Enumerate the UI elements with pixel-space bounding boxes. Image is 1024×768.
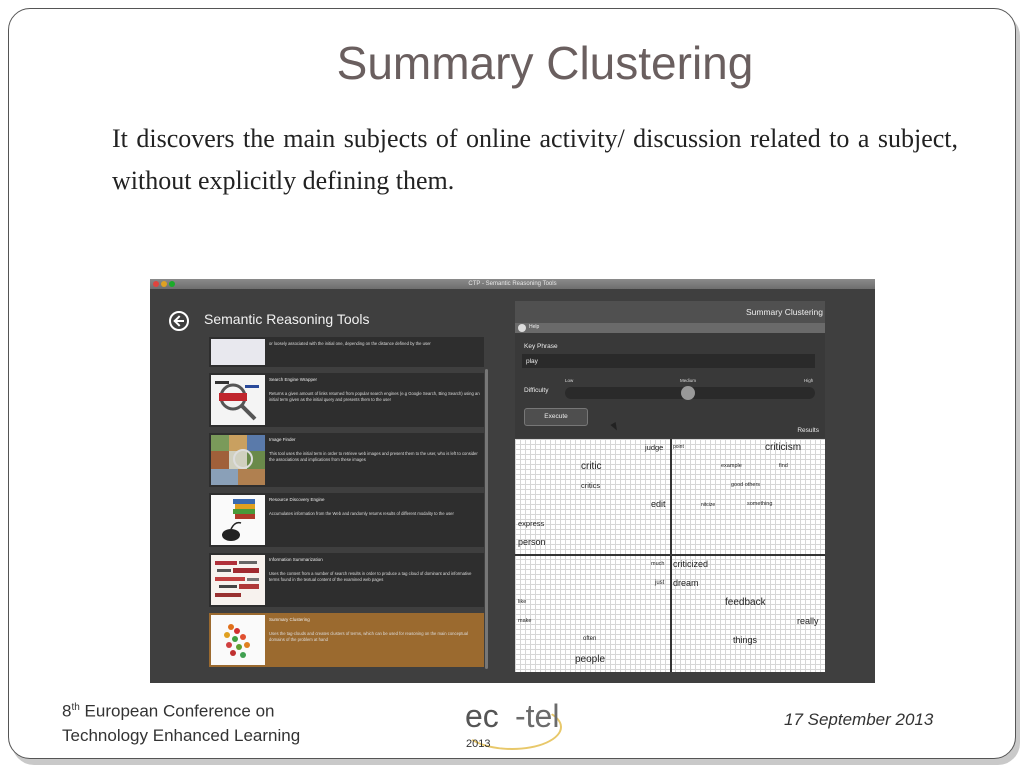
- tool-desc: This tool uses the initial term in order…: [269, 451, 478, 462]
- back-arrow-icon[interactable]: [169, 311, 189, 331]
- difficulty-label: Difficulty: [524, 387, 549, 394]
- tool-item-information-summarization[interactable]: Information Summarization Uses the conte…: [209, 553, 484, 607]
- footer-line2: Technology Enhanced Learning: [62, 725, 301, 745]
- cluster-term: good others: [731, 482, 761, 488]
- logo-tel-text: -tel: [515, 698, 560, 734]
- cluster-term: much: [651, 561, 665, 567]
- summary-clustering-panel: Summary Clustering Help Key Phrase Low M…: [515, 301, 825, 683]
- cluster-term: criticized: [673, 559, 709, 569]
- tool-item-image-finder[interactable]: Image Finder This tool uses the initial …: [209, 433, 484, 487]
- panel-title: Summary Clustering: [746, 307, 823, 317]
- tool-item-concept-expansion[interactable]: or loosely associated with the initial o…: [209, 337, 484, 367]
- difficulty-slider[interactable]: [565, 386, 815, 400]
- cluster-divider-horizontal: [515, 554, 825, 556]
- chevron-down-icon: [518, 324, 526, 332]
- tool-name: Information Summarization: [269, 557, 323, 562]
- tool-desc: Returns a given amount of links returned…: [269, 391, 480, 402]
- cluster-term: something: [747, 501, 773, 507]
- cluster-term: person: [518, 537, 546, 547]
- ec-tel-logo: ec -tel 2013: [462, 698, 572, 758]
- tool-thumbnail: [211, 375, 265, 425]
- footer-ordinal-suffix: th: [71, 702, 80, 713]
- cluster-term: really: [797, 616, 819, 626]
- tool-item-search-engine-wrapper[interactable]: Search Engine Wrapper Returns a given am…: [209, 373, 484, 427]
- difficulty-tick-high: High: [804, 378, 814, 383]
- difficulty-tick-low: Low: [565, 378, 574, 383]
- key-phrase-label: Key Phrase: [524, 343, 558, 350]
- cluster-term: express: [518, 519, 545, 528]
- cluster-term: dream: [673, 578, 699, 588]
- cluster-term: critic: [581, 461, 602, 472]
- cluster-term: things: [733, 635, 758, 645]
- slide-body-text: It discovers the main subjects of online…: [112, 124, 958, 195]
- tool-name: Resource Discovery Engine: [269, 497, 325, 502]
- cluster-term: just: [655, 580, 665, 586]
- tool-list-scrollbar[interactable]: [485, 369, 488, 669]
- logo-year: 2013: [466, 738, 491, 750]
- window-titlebar: CTP - Semantic Reasoning Tools: [150, 279, 875, 289]
- clustering-form: Key Phrase Low Medium High Difficulty Ex…: [515, 333, 825, 438]
- tool-item-resource-discovery-engine[interactable]: Resource Discovery Engine Accumulates in…: [209, 493, 484, 547]
- difficulty-slider-thumb[interactable]: [681, 386, 695, 400]
- slide-date: 17 September 2013: [784, 710, 934, 729]
- help-label: Help: [529, 324, 540, 330]
- tool-name: Image Finder: [269, 437, 296, 442]
- window-title: CTP - Semantic Reasoning Tools: [468, 281, 557, 287]
- execute-button[interactable]: Execute: [524, 408, 588, 426]
- tool-name: Search Engine Wrapper: [269, 377, 317, 382]
- footer-line1: European Conference on: [79, 701, 275, 721]
- tool-item-summary-clustering[interactable]: Summary Clustering Uses the tag-clouds a…: [209, 613, 484, 667]
- cluster-term: example: [721, 463, 742, 469]
- logo-ec-text: ec: [465, 698, 499, 734]
- cluster-term: criticism: [765, 442, 802, 453]
- tool-thumbnail: [211, 615, 265, 665]
- tool-name: Summary Clustering: [269, 617, 310, 622]
- tool-thumbnail: [211, 555, 265, 605]
- cluster-term: point: [673, 444, 684, 450]
- cluster-term: judge: [645, 443, 664, 452]
- cluster-dots-icon: [211, 615, 265, 665]
- tool-list: or loosely associated with the initial o…: [209, 337, 489, 669]
- tool-thumbnail: [211, 495, 265, 545]
- cluster-term: critics: [581, 481, 601, 490]
- tool-desc: Accumulates information from the Web and…: [269, 511, 454, 516]
- results-label: Results: [797, 427, 819, 434]
- search-icon: [211, 375, 265, 425]
- app-screenshot: CTP - Semantic Reasoning Tools Semantic …: [150, 279, 875, 683]
- results-cluster-grid: judge point criticism critic example fin…: [515, 439, 825, 672]
- tool-desc: Uses the tag-clouds and creates clusters…: [269, 631, 469, 642]
- tag-cloud-icon: [211, 555, 265, 605]
- difficulty-tick-medium: Medium: [680, 378, 697, 383]
- tool-thumbnail: [211, 435, 265, 485]
- app-heading: Semantic Reasoning Tools: [204, 311, 370, 327]
- cluster-term: edit: [651, 499, 666, 509]
- tool-desc: Uses the content from a number of search…: [269, 571, 472, 582]
- key-phrase-input[interactable]: [522, 354, 815, 368]
- books-mouse-icon: [211, 495, 265, 545]
- cluster-term: often: [583, 636, 597, 642]
- image-collage-icon: [211, 435, 265, 485]
- tool-thumbnail: [211, 339, 265, 365]
- help-toggle[interactable]: Help: [515, 323, 825, 333]
- conference-name: 8th European Conference on Technology En…: [62, 696, 300, 748]
- slide-title: Summary Clustering: [336, 37, 754, 89]
- cluster-term: make: [518, 618, 532, 624]
- cluster-term: nitcize: [701, 502, 716, 508]
- tool-desc: or loosely associated with the initial o…: [269, 341, 431, 346]
- cluster-term: feedback: [725, 597, 766, 608]
- cluster-term: find: [779, 463, 788, 469]
- cluster-term: like: [518, 599, 527, 605]
- cluster-term: people: [575, 654, 606, 665]
- panel-header: Summary Clustering: [515, 301, 825, 323]
